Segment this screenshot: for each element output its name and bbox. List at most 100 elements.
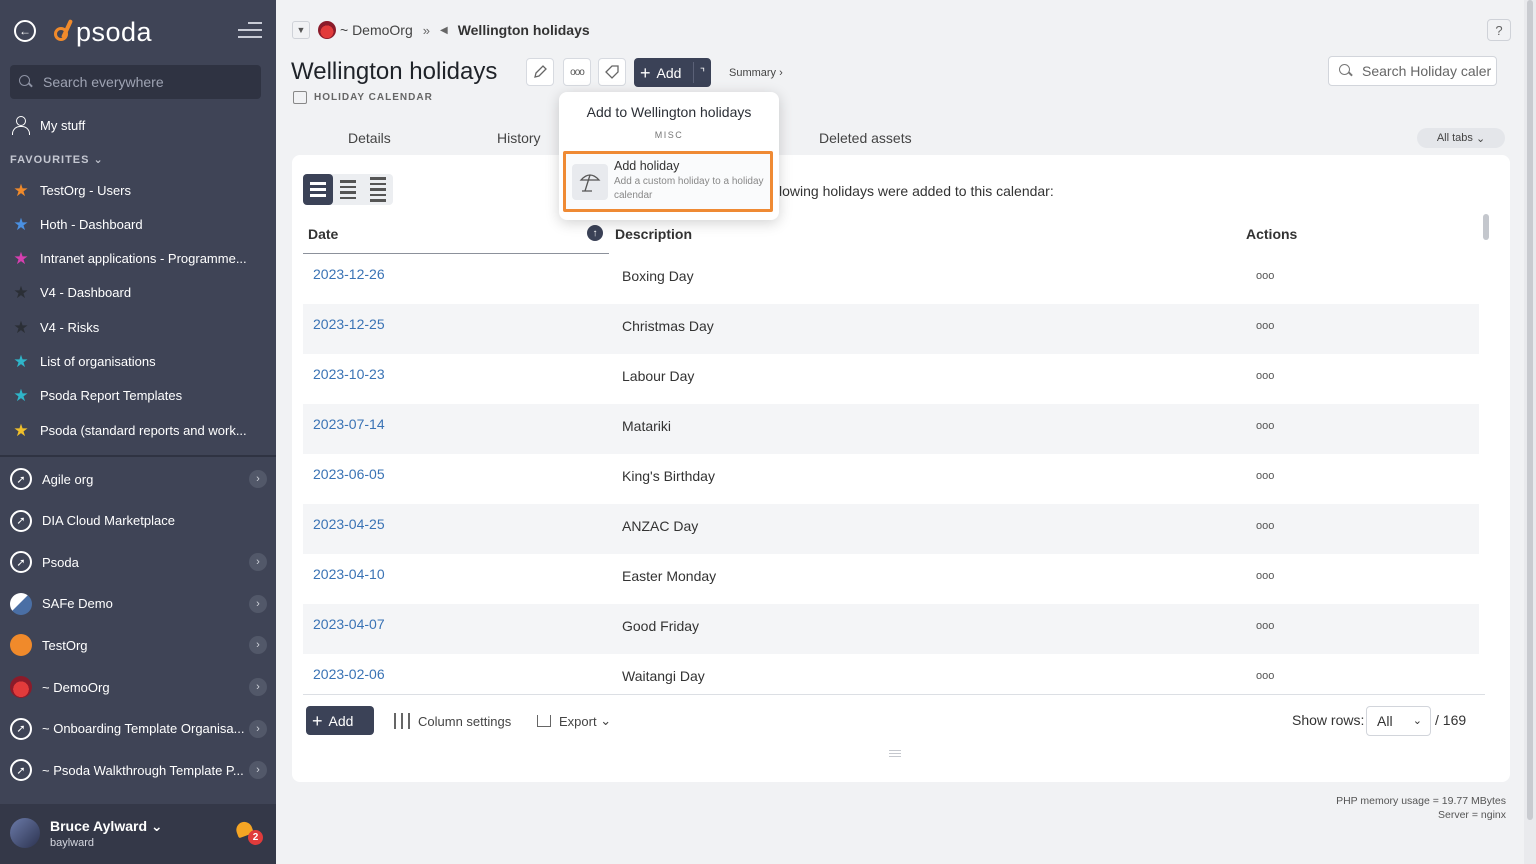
holiday-date-link[interactable]: 2023-12-25 <box>313 316 385 332</box>
holiday-description: Matariki <box>622 418 672 434</box>
holiday-date-link[interactable]: 2023-04-07 <box>313 616 385 632</box>
sidebar-favourite-item[interactable]: ★ Psoda (standard reports and work... <box>0 415 276 445</box>
sidebar-item-label: Agile org <box>42 471 94 487</box>
show-rows-label: Show rows: <box>1292 712 1365 728</box>
favourites-heading[interactable]: FAVOURITES ⌄ <box>10 153 104 166</box>
holiday-date-link[interactable]: 2023-04-10 <box>313 566 385 582</box>
sidebar-favourite-item[interactable]: ★ V4 - Dashboard <box>0 278 276 308</box>
sidebar-favourite-item[interactable]: ★ TestOrg - Users <box>0 175 276 205</box>
page-search-input[interactable] <box>1362 63 1492 79</box>
menu-item-description: Add a custom holiday to a holiday calend… <box>614 176 764 201</box>
row-actions-button[interactable]: ooo <box>1256 370 1274 382</box>
chevron-right-icon[interactable]: › <box>249 594 267 613</box>
row-actions-button[interactable]: ooo <box>1256 320 1274 332</box>
table-row: 2023-12-26 Boxing Day ooo <box>303 254 1479 304</box>
page-title: Wellington holidays <box>291 58 498 85</box>
sidebar-item-label: ~ DemoOrg <box>42 679 110 695</box>
resize-grip-icon[interactable] <box>889 750 901 759</box>
tab-deleted-assets[interactable]: Deleted assets <box>819 130 912 146</box>
sidebar-org-item[interactable]: TestOrg › <box>0 625 276 665</box>
psoda-logo[interactable]: psoda <box>52 14 152 50</box>
sidebar-org-item[interactable]: ~ DemoOrg › <box>0 667 276 707</box>
chevron-right-icon[interactable]: › <box>249 470 267 488</box>
tag-button[interactable] <box>598 58 626 86</box>
avatar[interactable] <box>10 818 40 848</box>
view-compact-icon[interactable] <box>333 174 363 205</box>
collapse-menu-icon[interactable] <box>238 22 262 43</box>
table-row: 2023-07-14 Matariki ooo <box>303 404 1479 454</box>
compass-icon: ➚ <box>10 759 32 782</box>
summary-link[interactable]: Summary › <box>729 67 783 79</box>
sidebar-favourite-item[interactable]: ★ V4 - Risks <box>0 312 276 342</box>
tab-history[interactable]: History <box>497 130 541 146</box>
breadcrumb-org[interactable]: ~ DemoOrg <box>340 22 413 38</box>
more-options-button[interactable]: ooo <box>563 58 591 86</box>
chevron-right-icon[interactable]: › <box>249 636 267 655</box>
total-count: / 169 <box>1435 712 1467 728</box>
sidebar-org-item[interactable]: SAFe Demo › <box>0 584 276 624</box>
all-tabs-dropdown[interactable]: All tabs ⌄ <box>1417 128 1505 148</box>
holiday-date-link[interactable]: 2023-02-06 <box>313 666 385 682</box>
holiday-date-link[interactable]: 2023-07-14 <box>313 416 385 432</box>
holiday-date-link[interactable]: 2023-06-05 <box>313 466 385 482</box>
sidebar-org-item[interactable]: ➚ Agile org › <box>0 459 276 499</box>
view-toggle <box>303 174 393 205</box>
help-button[interactable]: ? <box>1487 19 1511 41</box>
sidebar-item-my-stuff[interactable]: My stuff <box>0 110 276 140</box>
chevron-right-icon[interactable]: › <box>249 678 267 696</box>
holiday-date-link[interactable]: 2023-04-25 <box>313 516 385 532</box>
breadcrumb-dropdown-icon[interactable]: ▼ <box>292 21 310 39</box>
back-arrow-icon[interactable]: ← <box>14 20 36 42</box>
sidebar-org-item[interactable]: ➚ Psoda › <box>0 542 276 582</box>
sidebar-org-item[interactable]: ➚ ~ Psoda Walkthrough Template P... › <box>0 750 276 790</box>
edit-button[interactable] <box>526 58 554 86</box>
tab-details[interactable]: Details <box>348 130 391 146</box>
user-panel[interactable]: Bruce Aylward ⌄ baylward <box>0 804 276 864</box>
sidebar-favourite-item[interactable]: ★ Hoth - Dashboard <box>0 209 276 239</box>
add-dropdown-caret-icon[interactable]: ⌝ <box>693 62 711 83</box>
sort-ascending-icon[interactable]: ↑ <box>587 225 603 241</box>
sidebar-org-item[interactable]: ➚ DIA Cloud Marketplace <box>0 501 276 541</box>
column-header-description[interactable]: Description <box>615 226 692 242</box>
column-settings-button[interactable]: Column settings <box>394 713 511 729</box>
column-header-date[interactable]: Date <box>308 226 338 242</box>
chevron-right-icon[interactable]: › <box>249 719 267 738</box>
popup-section-heading: MISC <box>654 130 684 140</box>
add-holiday-menu-item[interactable]: Add holiday Add a custom holiday to a ho… <box>563 151 773 212</box>
logo-text: psoda <box>76 16 153 47</box>
row-actions-button[interactable]: ooo <box>1256 520 1274 532</box>
row-actions-button[interactable]: ooo <box>1256 420 1274 432</box>
page-scrollbar[interactable] <box>1524 0 1536 864</box>
sidebar-item-label: Intranet applications - Programme... <box>40 251 247 267</box>
holiday-date-link[interactable]: 2023-10-23 <box>313 366 385 382</box>
global-search[interactable] <box>10 65 261 99</box>
add-button[interactable]: + Add ⌝ <box>634 58 711 87</box>
view-comfortable-icon[interactable] <box>303 174 333 205</box>
global-search-input[interactable] <box>43 74 243 90</box>
table-scrollbar[interactable] <box>1483 214 1489 240</box>
table-row: 2023-04-10 Easter Monday ooo <box>303 554 1479 604</box>
sidebar-org-item[interactable]: ➚ ~ Onboarding Template Organisa... › <box>0 709 276 749</box>
footer-add-button[interactable]: + Add <box>306 706 374 735</box>
chevron-right-icon[interactable]: › <box>249 553 267 572</box>
holiday-date-link[interactable]: 2023-12-26 <box>313 266 385 282</box>
table-row: 2023-12-25 Christmas Day ooo <box>303 304 1479 354</box>
row-actions-button[interactable]: ooo <box>1256 270 1274 282</box>
page-search[interactable] <box>1328 56 1497 86</box>
row-actions-button[interactable]: ooo <box>1256 670 1274 682</box>
row-actions-button[interactable]: ooo <box>1256 570 1274 582</box>
row-actions-button[interactable]: ooo <box>1256 620 1274 632</box>
table-row: 2023-06-05 King's Birthday ooo <box>303 454 1479 504</box>
view-dense-icon[interactable] <box>363 174 393 205</box>
chevron-right-icon[interactable]: › <box>249 761 267 780</box>
sidebar-favourite-item[interactable]: ★ Psoda Report Templates <box>0 381 276 411</box>
compass-icon: ➚ <box>10 717 32 740</box>
notifications-bell-icon[interactable]: 2 <box>234 819 263 845</box>
sidebar-favourite-item[interactable]: ★ Intranet applications - Programme... <box>0 244 276 274</box>
row-actions-button[interactable]: ooo <box>1256 470 1274 482</box>
caret-left-icon[interactable]: ◀ <box>440 25 448 36</box>
show-rows-select[interactable]: All ⌄ <box>1366 706 1431 736</box>
sidebar-favourite-item[interactable]: ★ List of organisations <box>0 347 276 377</box>
export-button[interactable]: Export ⌄ <box>537 713 611 729</box>
user-name[interactable]: Bruce Aylward ⌄ <box>50 818 163 835</box>
